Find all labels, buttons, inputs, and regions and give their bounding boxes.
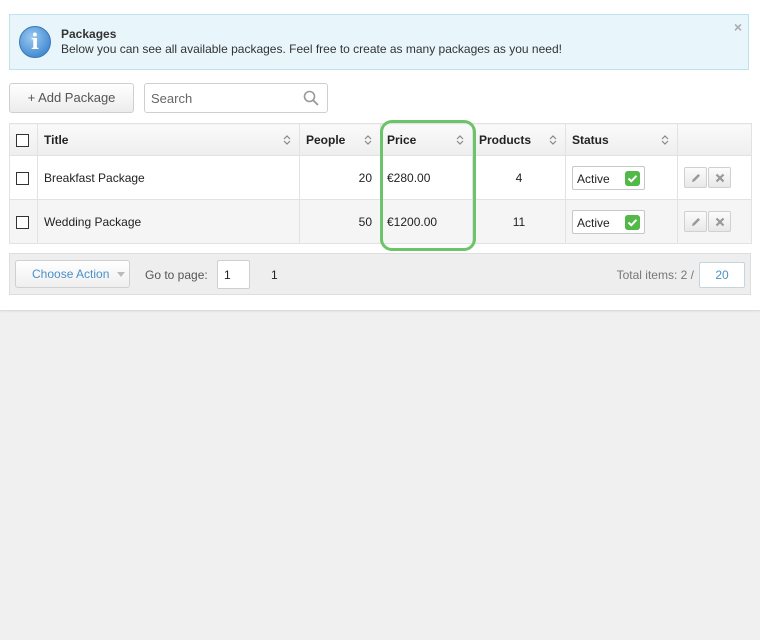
row-select-cell [9, 155, 38, 200]
package-people: 20 [299, 155, 381, 200]
info-icon: i [19, 26, 51, 58]
column-header-price[interactable]: Price [380, 123, 473, 156]
packages-table: Title People Price Products Status Break… [9, 123, 752, 244]
pencil-icon [692, 174, 700, 182]
actions-cell [677, 199, 752, 244]
table-row[interactable]: Wedding Package 50 €1200.00 11 Active [9, 199, 752, 244]
status-select[interactable]: Active [572, 165, 645, 190]
table-row[interactable]: Breakfast Package 20 €280.00 4 Active [9, 155, 752, 200]
package-products: 11 [472, 199, 566, 244]
choose-action-dropdown[interactable]: Choose Action [15, 260, 130, 288]
package-title: Wedding Package [37, 199, 300, 244]
page-link[interactable]: 1 [271, 268, 278, 282]
column-header-title[interactable]: Title [37, 123, 300, 156]
column-header-people[interactable]: People [299, 123, 381, 156]
pencil-icon [692, 218, 700, 226]
package-price: €280.00 [380, 155, 473, 200]
select-all-cell [9, 123, 38, 156]
status-cell: Active [565, 199, 678, 244]
total-items: Total items: 2 / [616, 268, 694, 282]
goto-page-label: Go to page: [145, 268, 208, 282]
status-cell: Active [565, 155, 678, 200]
package-products: 4 [472, 155, 566, 200]
sort-icon[interactable] [549, 134, 557, 146]
select-all-checkbox[interactable] [16, 133, 29, 147]
per-page-select[interactable]: 20 [699, 262, 745, 288]
status-label: Active [577, 171, 610, 186]
delete-button[interactable] [708, 167, 731, 188]
actions-cell [677, 155, 752, 200]
check-icon [625, 170, 640, 186]
search-icon[interactable] [303, 90, 319, 106]
sort-icon[interactable] [661, 134, 669, 146]
info-title: Packages [61, 27, 117, 41]
sort-icon[interactable] [283, 134, 291, 146]
table-footer: Choose Action Go to page: 1 Total items:… [9, 253, 751, 295]
goto-page-input[interactable] [217, 260, 250, 289]
column-header-actions [677, 123, 752, 156]
package-title: Breakfast Package [37, 155, 300, 200]
table-header-row: Title People Price Products Status [9, 123, 752, 156]
sort-icon[interactable] [456, 134, 464, 146]
row-checkbox[interactable] [16, 171, 29, 185]
row-checkbox[interactable] [16, 215, 29, 229]
delete-icon [715, 217, 725, 227]
package-people: 50 [299, 199, 381, 244]
column-header-status[interactable]: Status [565, 123, 678, 156]
packages-panel: i Packages Below you can see all availab… [0, 0, 760, 311]
chevron-down-icon [117, 272, 125, 277]
delete-icon [715, 173, 725, 183]
choose-action-label: Choose Action [32, 267, 110, 281]
info-text: Below you can see all available packages… [61, 42, 562, 56]
delete-button[interactable] [708, 211, 731, 232]
add-package-button[interactable]: + Add Package [9, 83, 134, 113]
row-select-cell [9, 199, 38, 244]
edit-button[interactable] [684, 167, 707, 188]
status-label: Active [577, 215, 610, 230]
search-box [144, 83, 328, 113]
info-banner: i Packages Below you can see all availab… [9, 14, 749, 70]
search-input[interactable] [151, 89, 301, 107]
package-price: €1200.00 [380, 199, 473, 244]
column-header-products[interactable]: Products [472, 123, 566, 156]
edit-button[interactable] [684, 211, 707, 232]
close-icon[interactable]: × [734, 19, 742, 35]
status-select[interactable]: Active [572, 209, 645, 234]
sort-icon[interactable] [364, 134, 372, 146]
check-icon [625, 214, 640, 230]
